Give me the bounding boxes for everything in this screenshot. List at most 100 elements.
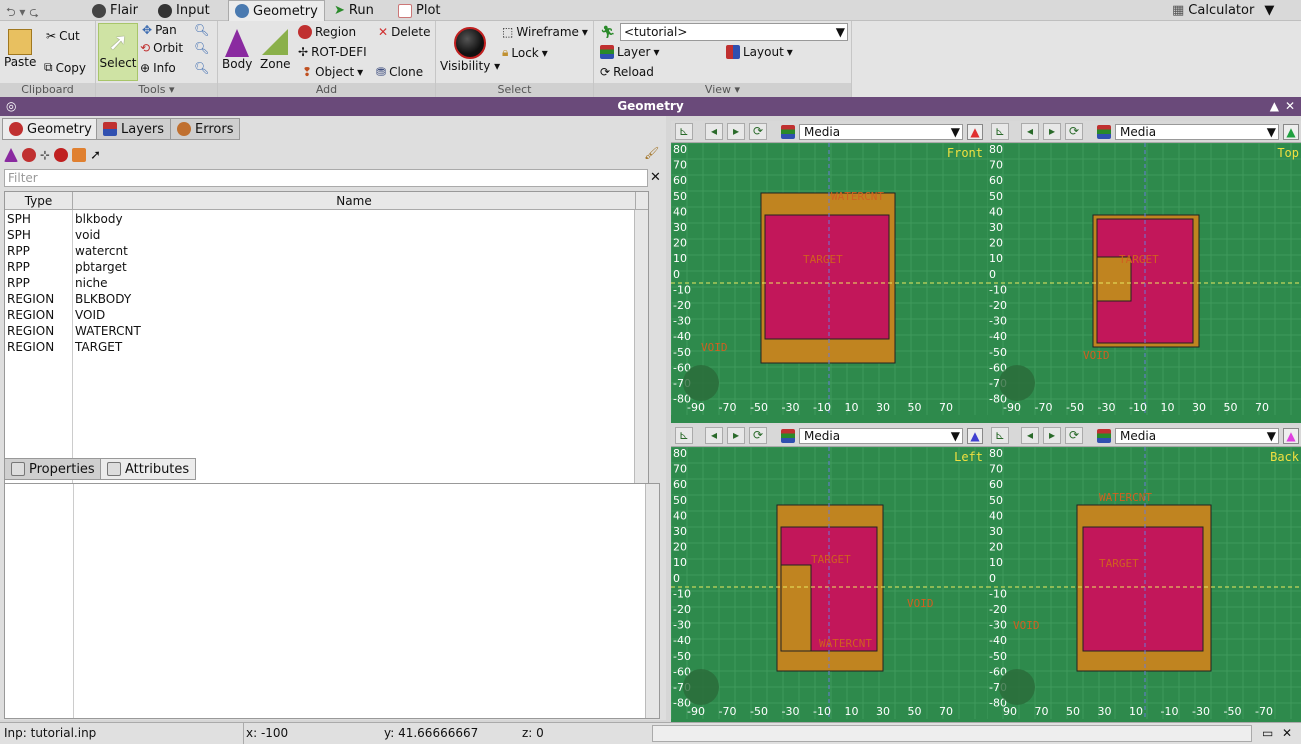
viewport-top[interactable]: ⊾ ◂ ▸ ⟳ Media ▼ ▲ TARGET VOID 80 70 60 50 40 30 20 10 0 -1… <box>987 121 1301 423</box>
axes-icon[interactable]: ⊾ <box>991 123 1009 140</box>
niche-region[interactable] <box>780 564 812 652</box>
back-icon[interactable]: ◂ <box>1021 427 1039 444</box>
sphere-filter-icon[interactable] <box>54 148 69 162</box>
layer-button[interactable]: Layer ▾ <box>600 45 660 59</box>
region-button[interactable]: Region <box>298 25 356 39</box>
reload-button[interactable]: ⟳ Reload <box>600 65 654 79</box>
clear-filter-icon[interactable]: ✕ <box>650 170 661 185</box>
calculator-button[interactable]: ▦ Calculator ▼ <box>1166 0 1280 21</box>
tab-run[interactable]: ➤ Run <box>328 0 380 21</box>
tab-geometry[interactable]: Geometry <box>228 0 325 21</box>
zoom-fit-icon[interactable]: 🔍︎ <box>194 61 209 75</box>
viewport-color-icon[interactable]: ▲ <box>1283 124 1299 140</box>
table-row[interactable]: RPP watercnt <box>5 243 648 259</box>
cursor-filter-icon[interactable]: ➚ <box>90 148 101 163</box>
object-button[interactable]: ❢ Object ▾ <box>302 65 363 79</box>
forward-icon[interactable]: ▸ <box>727 123 745 140</box>
terminal-icon[interactable]: ▭ <box>1262 726 1273 740</box>
layout-button[interactable]: Layout ▾ <box>726 45 793 59</box>
panel-menu-icon[interactable]: ◎ <box>6 97 16 116</box>
chevron-down-icon: ▼ <box>835 25 845 39</box>
body-button[interactable]: Body <box>222 29 252 71</box>
media-select[interactable]: Media ▼ <box>799 428 963 444</box>
filter-input[interactable]: Filter <box>4 169 648 187</box>
command-input[interactable] <box>652 725 1252 742</box>
delete-button[interactable]: ✕ Delete <box>378 25 431 39</box>
select-button[interactable]: ➚ Select <box>98 23 138 81</box>
clone-button[interactable]: ⛃ Clone <box>376 65 423 79</box>
viewport-canvas[interactable]: TARGET VOID WATERCNT 80 70 60 50 40 30 20 10 0 -10 -2… <box>671 447 987 719</box>
axes-icon[interactable]: ⊾ <box>675 123 693 140</box>
refresh-icon[interactable]: ⟳ <box>749 427 767 444</box>
tab-attributes[interactable]: Attributes <box>100 458 197 480</box>
refresh-icon[interactable]: ⟳ <box>749 123 767 140</box>
target-region[interactable] <box>1082 526 1204 652</box>
wireframe-button[interactable]: ⬚ Wireframe ▾ <box>502 25 588 39</box>
viewport-left[interactable]: ⊾ ◂ ▸ ⟳ Media ▼ ▲ TARGET VOID WATERCNT 80 70 60 50 40 3… <box>671 425 987 727</box>
tab-input[interactable]: Input <box>152 0 216 21</box>
table-row[interactable]: REGION VOID <box>5 307 648 323</box>
media-select[interactable]: Media ▼ <box>1115 124 1279 140</box>
target-region[interactable] <box>764 214 890 340</box>
table-row[interactable]: SPH blkbody <box>5 211 648 227</box>
body-filter-icon[interactable] <box>4 148 18 162</box>
transform-filter-icon[interactable]: ⊹ <box>40 148 50 162</box>
refresh-icon[interactable]: ⟳ <box>1065 123 1083 140</box>
viewport-color-icon[interactable]: ▲ <box>1283 428 1299 444</box>
cut-button[interactable]: ✂ Cut <box>46 29 80 43</box>
forward-icon[interactable]: ▸ <box>727 427 745 444</box>
name-column-header[interactable]: Name <box>73 192 636 210</box>
table-row[interactable]: REGION BLKBODY <box>5 291 648 307</box>
region-filter-icon[interactable] <box>22 148 36 162</box>
table-row[interactable]: RPP niche <box>5 275 648 291</box>
close-icon[interactable]: ✕ <box>1285 97 1295 116</box>
lock-button[interactable]: 🔒︎ Lock ▾ <box>502 45 548 60</box>
media-select[interactable]: Media ▼ <box>799 124 963 140</box>
paste-button[interactable]: Paste <box>4 29 36 69</box>
tools-icon[interactable]: ✕ <box>1282 726 1292 740</box>
tab-layers[interactable]: Layers <box>96 118 172 140</box>
tab-properties[interactable]: Properties <box>4 458 102 480</box>
axes-icon[interactable]: ⊾ <box>991 427 1009 444</box>
table-row[interactable]: REGION TARGET <box>5 339 648 355</box>
back-icon[interactable]: ◂ <box>705 123 723 140</box>
tab-flair[interactable]: Flair <box>86 0 144 21</box>
attributes-scrollbar[interactable] <box>645 484 659 718</box>
media-select[interactable]: Media ▼ <box>1115 428 1279 444</box>
maximize-icon[interactable]: ▲ <box>1270 97 1279 116</box>
viewport-color-icon[interactable]: ▲ <box>967 428 983 444</box>
view-group-title[interactable]: View ▾ <box>594 83 851 97</box>
table-row[interactable]: RPP pbtarget <box>5 259 648 275</box>
viewport-back[interactable]: ⊾ ◂ ▸ ⟳ Media ▼ ▲ WATERCNT TARGET VOID 80 70 60 50 40 3… <box>987 425 1301 727</box>
tab-errors[interactable]: Errors <box>170 118 241 140</box>
object-filter-icon[interactable] <box>72 148 87 162</box>
project-select[interactable]: <tutorial> ▼ <box>620 23 848 41</box>
back-icon[interactable]: ◂ <box>1021 123 1039 140</box>
rotdefi-button[interactable]: ✢ ROT-DEFI <box>298 45 367 59</box>
forward-icon[interactable]: ▸ <box>1043 427 1061 444</box>
axes-icon[interactable]: ⊾ <box>675 427 693 444</box>
tools-group-title[interactable]: Tools ▾ <box>96 83 217 97</box>
viewport-canvas[interactable]: WATERCNT TARGET VOID 80 70 60 50 40 30 20 10 0 -10 -2… <box>987 447 1301 719</box>
back-icon[interactable]: ◂ <box>705 427 723 444</box>
viewport-canvas[interactable]: TARGET VOID 80 70 60 50 40 30 20 10 0 -10 -20 -30 -40 -… <box>987 143 1301 415</box>
tab-geometry-list[interactable]: Geometry <box>2 118 99 140</box>
brush-icon[interactable]: 🖌︎ <box>644 146 659 160</box>
zone-button[interactable]: Zone <box>260 29 291 71</box>
zoom-out-icon[interactable]: 🔍︎ <box>194 41 209 55</box>
viewport-front[interactable]: ⊾ ◂ ▸ ⟳ Media ▼ ▲ WATERCNT TARGET VOID 80 70 60 50 40 3… <box>671 121 987 423</box>
pan-button[interactable]: ✥ Pan <box>142 23 177 37</box>
info-button[interactable]: ⊕ Info <box>140 61 176 75</box>
copy-button[interactable]: ⧉ Copy <box>44 60 86 75</box>
table-row[interactable]: SPH void <box>5 227 648 243</box>
refresh-icon[interactable]: ⟳ <box>1065 427 1083 444</box>
orbit-button[interactable]: ⟲ Orbit <box>140 41 183 55</box>
type-column-header[interactable]: Type <box>5 192 73 210</box>
viewport-color-icon[interactable]: ▲ <box>967 124 983 140</box>
visibility-button[interactable]: Visibility ▾ <box>440 27 500 73</box>
tab-plot[interactable]: Plot <box>392 0 447 21</box>
table-row[interactable]: REGION WATERCNT <box>5 323 648 339</box>
forward-icon[interactable]: ▸ <box>1043 123 1061 140</box>
zoom-in-icon[interactable]: 🔍︎ <box>194 23 209 37</box>
viewport-canvas[interactable]: WATERCNT TARGET VOID 80 70 60 50 40 30 20 10 0 -10 -2… <box>671 143 987 415</box>
